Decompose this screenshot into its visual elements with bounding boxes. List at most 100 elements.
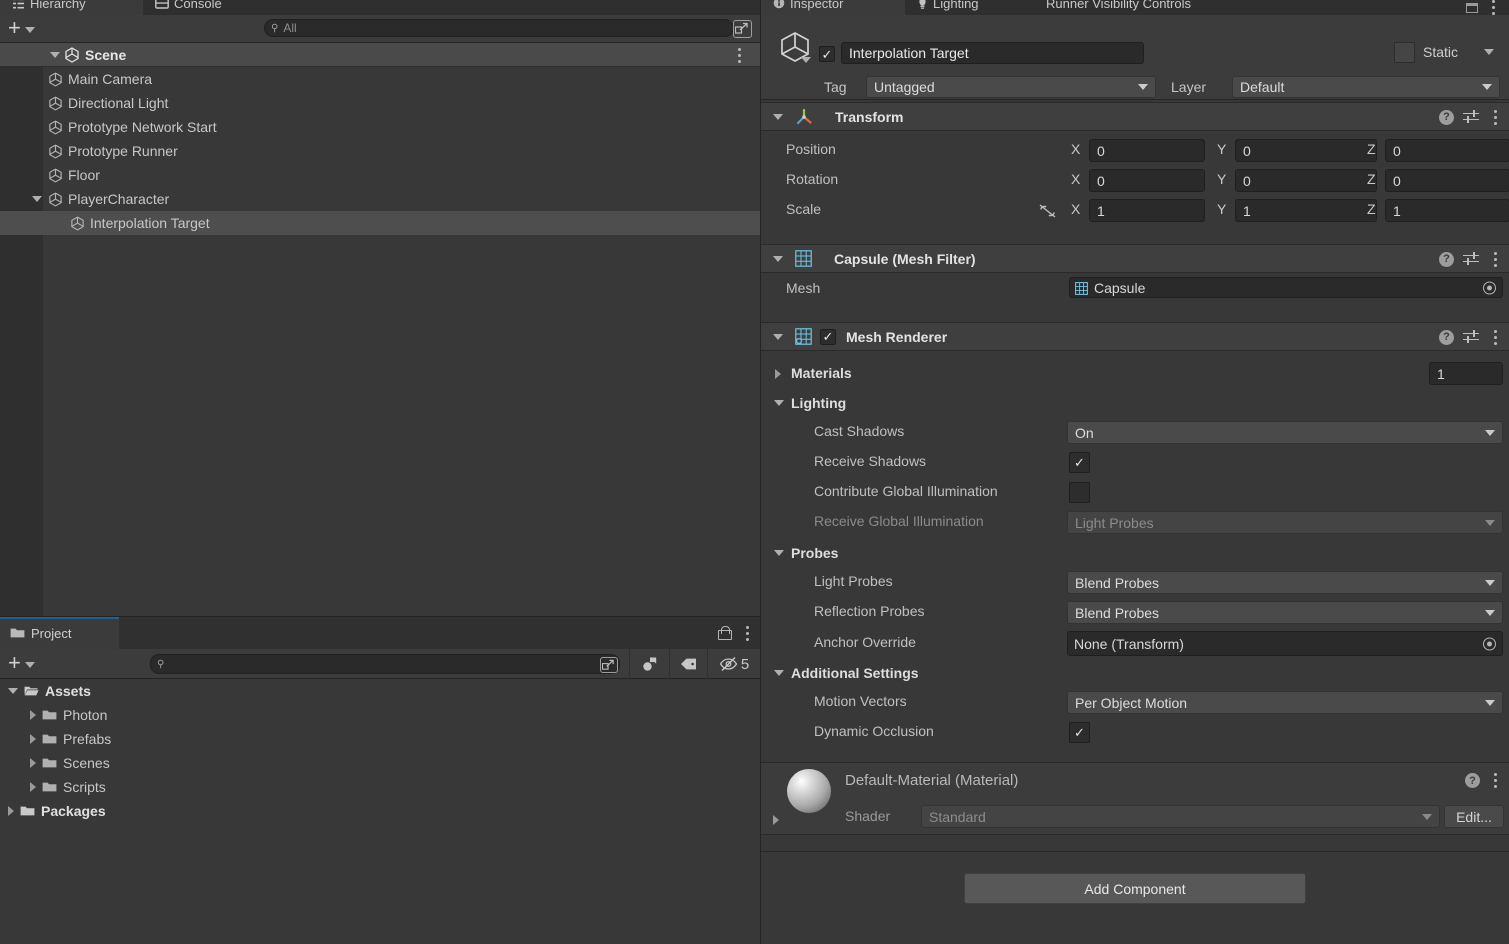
project-search-input[interactable]: ⚲: [150, 654, 620, 674]
expand-arrow-icon[interactable]: [8, 688, 18, 694]
lighting-foldout-arrow-icon[interactable]: [774, 400, 784, 406]
mesh-filter-component-header[interactable]: Capsule (Mesh Filter) ?: [761, 244, 1509, 273]
scene-expand-arrow-icon[interactable]: [48, 51, 62, 58]
tab-project[interactable]: Project: [0, 617, 119, 649]
transform-scale-y-input[interactable]: 1: [1235, 199, 1377, 222]
transform-foldout-arrow-icon[interactable]: [773, 113, 783, 120]
gameobject-name-input[interactable]: Interpolation Target: [841, 42, 1144, 64]
mesh-renderer-enabled-checkbox[interactable]: [820, 328, 836, 345]
tab-hierarchy[interactable]: Hierarchy: [0, 0, 143, 15]
object-picker-icon[interactable]: [1483, 281, 1496, 294]
expand-arrow-icon[interactable]: [30, 196, 44, 202]
mesh-object-field[interactable]: Capsule: [1069, 277, 1503, 298]
materials-foldout-arrow-icon[interactable]: [775, 369, 781, 379]
tab-lighting[interactable]: Lighting: [905, 0, 1034, 15]
tag-dropdown[interactable]: Untagged: [866, 76, 1156, 98]
hierarchy-item-playercharacter[interactable]: PlayerCharacter: [0, 187, 760, 211]
scene-context-menu-icon[interactable]: [732, 46, 746, 64]
tab-runner-visibility-controls[interactable]: Runner Visibility Controls: [1034, 0, 1274, 15]
hierarchy-create-button[interactable]: +: [8, 17, 35, 39]
help-icon[interactable]: ?: [1439, 251, 1454, 267]
hierarchy-item-prototype-runner[interactable]: Prototype Runner: [0, 139, 760, 163]
hierarchy-scene-row[interactable]: Scene: [0, 43, 760, 67]
help-icon[interactable]: ?: [1439, 109, 1454, 125]
material-foldout-arrow-icon[interactable]: [773, 815, 779, 825]
help-icon[interactable]: ?: [1439, 329, 1454, 345]
contribute-gi-checkbox[interactable]: [1069, 482, 1090, 503]
help-icon[interactable]: ?: [1465, 773, 1480, 788]
preset-icon[interactable]: [1463, 109, 1479, 125]
mesh-filter-foldout-arrow-icon[interactable]: [773, 255, 783, 262]
collapse-arrow-icon[interactable]: [30, 758, 36, 768]
static-checkbox[interactable]: [1394, 42, 1415, 63]
mesh-renderer-context-menu-icon[interactable]: [1488, 328, 1502, 346]
collapse-arrow-icon[interactable]: [30, 710, 36, 720]
add-component-button[interactable]: Add Component: [964, 873, 1306, 904]
tab-console[interactable]: Console: [143, 0, 271, 15]
transform-position-y-input[interactable]: 0: [1235, 139, 1377, 162]
probes-section-row[interactable]: Probes: [761, 542, 1509, 566]
tab-inspector[interactable]: Inspector: [761, 0, 905, 15]
gameobject-icon-dropdown-arrow[interactable]: [801, 57, 811, 63]
inspector-context-menu-icon[interactable]: [1486, 0, 1500, 15]
reflection-probes-dropdown[interactable]: Blend Probes: [1067, 601, 1503, 624]
project-item-photon[interactable]: Photon: [0, 703, 760, 727]
constrain-proportions-off-icon[interactable]: [1038, 203, 1057, 219]
project-search-expand-icon[interactable]: [600, 657, 618, 673]
transform-scale-x-input[interactable]: 1: [1089, 199, 1205, 222]
project-context-menu-icon[interactable]: [740, 624, 754, 642]
transform-position-x-input[interactable]: 0: [1089, 139, 1205, 162]
shader-dropdown[interactable]: Standard: [921, 805, 1440, 828]
project-item-assets[interactable]: Assets: [0, 679, 760, 703]
dynamic-occlusion-checkbox[interactable]: [1069, 722, 1090, 743]
collapse-arrow-icon[interactable]: [8, 806, 14, 816]
collapse-arrow-icon[interactable]: [30, 782, 36, 792]
static-dropdown-arrow-icon[interactable]: [1484, 49, 1494, 55]
hierarchy-item-interpolation-target[interactable]: Interpolation Target: [0, 211, 760, 235]
project-hidden-packages-button[interactable]: 5: [707, 649, 760, 679]
transform-position-z-input[interactable]: 0: [1385, 139, 1509, 162]
transform-rotation-x-input[interactable]: 0: [1089, 169, 1205, 192]
hierarchy-item-directional-light[interactable]: Directional Light: [0, 91, 760, 115]
mesh-filter-context-menu-icon[interactable]: [1488, 250, 1502, 268]
hierarchy-item-main-camera[interactable]: Main Camera: [0, 67, 760, 91]
project-item-packages[interactable]: Packages: [0, 799, 760, 823]
mesh-renderer-foldout-arrow-icon[interactable]: [773, 333, 783, 340]
materials-count-input[interactable]: 1: [1429, 362, 1503, 385]
hierarchy-search-expand-icon[interactable]: [733, 20, 752, 38]
collapse-arrow-icon[interactable]: [30, 734, 36, 744]
additional-settings-foldout-arrow-icon[interactable]: [774, 670, 784, 676]
hierarchy-item-floor[interactable]: Floor: [0, 163, 760, 187]
layer-dropdown[interactable]: Default: [1232, 76, 1500, 98]
maximize-window-icon[interactable]: [1466, 3, 1478, 13]
cast-shadows-dropdown[interactable]: On: [1067, 421, 1503, 444]
preset-icon[interactable]: [1463, 251, 1479, 267]
light-probes-dropdown[interactable]: Blend Probes: [1067, 571, 1503, 594]
motion-vectors-dropdown[interactable]: Per Object Motion: [1067, 691, 1503, 714]
hierarchy-search-input[interactable]: ⚲ All: [264, 19, 734, 37]
shader-edit-button[interactable]: Edit...: [1444, 805, 1504, 828]
mesh-renderer-component-header[interactable]: Mesh Renderer ?: [761, 322, 1509, 351]
transform-scale-z-input[interactable]: 1: [1385, 199, 1509, 222]
project-item-prefabs[interactable]: Prefabs: [0, 727, 760, 751]
project-create-button[interactable]: +: [8, 652, 35, 674]
material-context-menu-icon[interactable]: [1488, 771, 1502, 789]
transform-component-header[interactable]: Transform ?: [761, 102, 1509, 131]
transform-rotation-y-input[interactable]: 0: [1235, 169, 1377, 192]
lighting-section-row[interactable]: Lighting: [761, 392, 1509, 416]
project-type-filter-button[interactable]: [629, 649, 669, 679]
transform-rotation-z-input[interactable]: 0: [1385, 169, 1509, 192]
preset-icon[interactable]: [1463, 329, 1479, 345]
lock-icon[interactable]: [718, 626, 732, 640]
materials-row[interactable]: Materials 1: [761, 362, 1509, 386]
project-label-filter-button[interactable]: [669, 649, 707, 679]
project-item-scripts[interactable]: Scripts: [0, 775, 760, 799]
probes-foldout-arrow-icon[interactable]: [774, 550, 784, 556]
hierarchy-item-prototype-network-start[interactable]: Prototype Network Start: [0, 115, 760, 139]
object-picker-icon[interactable]: [1483, 637, 1496, 650]
anchor-override-object-field[interactable]: None (Transform): [1067, 631, 1503, 656]
project-item-scenes[interactable]: Scenes: [0, 751, 760, 775]
gameobject-enabled-checkbox[interactable]: [819, 46, 835, 62]
additional-settings-section-row[interactable]: Additional Settings: [761, 662, 1509, 686]
receive-shadows-checkbox[interactable]: [1069, 452, 1090, 473]
